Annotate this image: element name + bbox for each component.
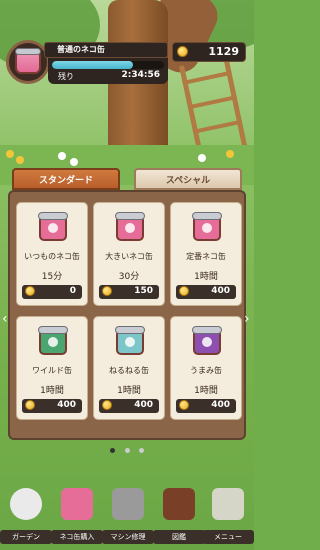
item-card-wild[interactable]: ワイルド缶 1時間 400 [16,316,88,420]
item-card-itsumono[interactable]: いつものネコ缶 15分 0 [16,202,88,306]
nav-menu[interactable]: メニュー [202,488,254,544]
price-amount: 0 [69,286,76,296]
progress-fill [52,61,133,69]
pink-can-icon [38,212,68,241]
remaining-time: 2:34:56 [121,70,160,80]
status-hud: 普通のネコ缶 残り 2:34:56 1129 [4,38,250,86]
item-name: いつものネコ缶 [24,252,80,261]
coin-icon [25,286,35,296]
pink-can-icon [15,48,41,74]
nav-machine-repair[interactable]: マシン修理 [102,488,154,544]
nav-label: ガーデン [0,530,52,544]
remaining-progress-bar [52,61,164,69]
item-card-neruneru[interactable]: ねるねる缶 1時間 400 [93,316,165,420]
price-amount: 400 [211,400,230,410]
can-shop-icon [61,488,93,520]
tab-special[interactable]: スペシャル [134,168,242,190]
menu-icon [212,488,244,520]
coin-icon [177,46,188,57]
item-time: 1時間 [194,386,218,396]
price-amount: 150 [134,286,153,296]
price-button[interactable]: 400 [22,399,82,413]
remaining-label: 残り [58,72,74,81]
price-amount: 400 [211,286,230,296]
item-card-ookii[interactable]: 大きいネコ缶 30分 150 [93,202,165,306]
item-time: 15分 [41,272,63,282]
prev-page-arrow-icon[interactable]: ‹ [2,312,10,326]
price-button[interactable]: 400 [176,285,236,299]
nav-encyclopedia[interactable]: 図鑑 [153,488,205,544]
nav-label: 図鑑 [153,530,205,544]
coin-count: 1129 [208,45,239,58]
item-time: 1時間 [194,272,218,282]
item-name: うまみ缶 [190,366,222,375]
shop-tabs: スタンダード スペシャル [12,168,242,192]
machine-icon [112,488,144,520]
book-icon [163,488,195,520]
coin-icon [179,400,189,410]
item-name: ワイルド缶 [32,366,72,375]
coin-balance: 1129 [172,42,246,62]
timer-panel: 残り 2:34:56 [48,58,168,84]
cat-icon [10,488,42,520]
flowers [0,150,254,170]
pink-can-icon [115,212,145,241]
coin-icon [102,286,112,296]
page-indicator [0,438,254,457]
coin-icon [25,400,35,410]
item-time: 1時間 [40,386,64,396]
nav-label: メニュー [202,530,254,544]
item-time: 1時間 [117,386,141,396]
item-card-teiban[interactable]: 定番ネコ缶 1時間 400 [170,202,242,306]
item-name: 定番ネコ缶 [186,252,226,261]
shop-panel: いつものネコ缶 15分 0 大きいネコ缶 30分 150 定番ネコ缶 1時間 4… [8,190,246,440]
page-dot [110,448,116,453]
green-can-icon [38,326,68,355]
page-dot [124,448,130,453]
price-button[interactable]: 0 [22,285,82,299]
nav-can-shop[interactable]: ネコ缶購入 [51,488,103,544]
pink-can-icon [192,212,222,241]
coin-icon [179,286,189,296]
item-name: ねるねる缶 [109,366,149,375]
price-amount: 400 [57,400,76,410]
purple-can-icon [192,326,222,355]
page-dot [138,448,144,453]
price-button[interactable]: 150 [99,285,159,299]
price-amount: 400 [134,400,153,410]
price-button[interactable]: 400 [99,399,159,413]
item-name: 大きいネコ缶 [105,252,153,261]
current-can-title: 普通のネコ缶 [44,42,168,58]
tab-standard[interactable]: スタンダード [12,168,120,190]
nav-garden[interactable]: ガーデン [0,488,52,544]
next-page-arrow-icon[interactable]: › [244,312,252,326]
coin-icon [102,400,112,410]
nav-label: マシン修理 [102,530,154,544]
item-card-umami[interactable]: うまみ缶 1時間 400 [170,316,242,420]
price-button[interactable]: 400 [176,399,236,413]
item-time: 30分 [118,272,140,282]
bottom-nav: ガーデン ネコ缶購入 マシン修理 図鑑 メニュー [0,480,254,550]
teal-can-icon [115,326,145,355]
nav-label: ネコ缶購入 [51,530,103,544]
